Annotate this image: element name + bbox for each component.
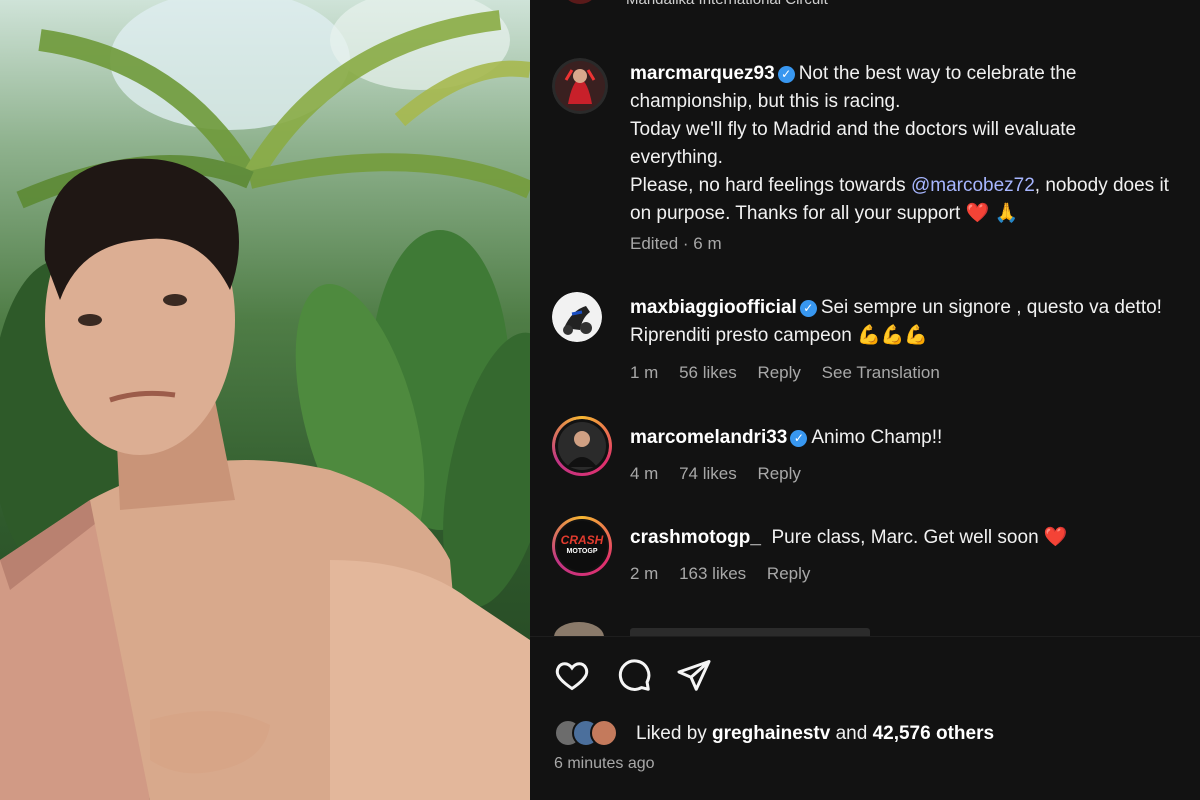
comment-text: marcomelandri33 ✓ Animo Champ!!	[630, 424, 1200, 452]
caption-line-6: on purpose. Thanks for all your support	[630, 203, 961, 224]
comment-username[interactable]: maxbiaggioofficial	[630, 297, 797, 318]
liked-by-prefix: Liked by	[636, 723, 713, 744]
edited-label: Edited · 6 m	[630, 234, 722, 253]
liked-by-text: Liked by greghainestv and 42,576 others	[636, 723, 994, 745]
caption-meta: Edited · 6 m	[630, 234, 738, 254]
post-actions: Liked by greghainestv and 42,576 others …	[530, 636, 1200, 800]
reply-button[interactable]: Reply	[767, 564, 810, 583]
verified-icon: ✓	[790, 430, 808, 447]
reply-button[interactable]: Reply	[757, 464, 800, 483]
post-location[interactable]: Mandalika International Circuit	[626, 0, 828, 8]
caption-line-4: everything.	[630, 147, 723, 168]
marcomelandri-avatar-image	[555, 419, 609, 473]
reply-button[interactable]: Reply	[757, 363, 800, 382]
comments-list[interactable]: Mandalika International Circuit marcmarq…	[530, 0, 1200, 636]
comment-time: 4 m	[630, 464, 659, 483]
caption-username[interactable]: marcmarquez93	[630, 63, 775, 84]
comment-line-2: Riprenditi presto campeon	[630, 325, 852, 346]
marcmarquez93-avatar-image	[552, 58, 608, 114]
verified-icon: ✓	[777, 66, 795, 83]
caption-line-5-post: , nobody does it	[1034, 175, 1169, 196]
header-avatar[interactable]	[564, 0, 596, 4]
likes-count-link[interactable]: 56 likes	[679, 363, 737, 382]
comment-meta: 4 m 74 likes Reply	[630, 464, 817, 484]
comment-meta: 2 m 163 likes Reply	[630, 564, 826, 584]
likes-count-link[interactable]: 42,576 others	[873, 723, 994, 744]
see-translation-button[interactable]: See Translation	[822, 363, 940, 382]
heart-icon[interactable]	[554, 657, 590, 693]
next-comment-partial	[630, 628, 870, 636]
avatar[interactable]: CRASH MOTOGP	[552, 516, 612, 576]
post-timestamp: 6 minutes ago	[554, 755, 655, 772]
comment-line-1: Pure class, Marc. Get well soon	[771, 527, 1039, 548]
caption-line-2: championship, but this is racing.	[630, 91, 901, 112]
caption-emojis: ❤️ 🙏	[965, 203, 1019, 224]
maxbiaggio-avatar-image	[552, 292, 602, 342]
likes-count-link[interactable]: 163 likes	[679, 564, 746, 583]
comment-emojis: 💪💪💪	[857, 325, 929, 346]
comment-text: maxbiaggioofficial ✓ Sei sempre un signore…	[630, 294, 1200, 350]
comment-time: 1 m	[630, 363, 659, 382]
caption-text: marcmarquez93 ✓ Not the best way to celebr…	[630, 60, 1200, 228]
avatar-logo-text: CRASH	[560, 533, 604, 547]
share-icon[interactable]	[676, 657, 712, 693]
comment-line-1: Sei sempre un signore , questo va detto!	[820, 297, 1162, 318]
comments-panel: Mandalika International Circuit marcmarq…	[530, 0, 1200, 800]
comment-meta: 1 m 56 likes Reply See Translation	[630, 363, 956, 383]
liked-by-mid: and	[830, 723, 873, 744]
avatar[interactable]	[552, 416, 612, 476]
comment-icon[interactable]	[616, 657, 652, 693]
comment-emojis: ❤️	[1043, 527, 1068, 548]
avatar-logo-subtext: MOTOGP	[566, 548, 598, 555]
avatar[interactable]	[552, 292, 602, 342]
next-comment-avatar[interactable]	[554, 622, 604, 636]
caption-line-3: Today we'll fly to Madrid and the doctor…	[630, 119, 1077, 140]
liker-avatar[interactable]	[590, 719, 618, 747]
photo-illustration	[0, 0, 530, 800]
comment-text: crashmotogp_ Pure class, Marc. Get well …	[630, 524, 1200, 552]
likes-count-link[interactable]: 74 likes	[679, 464, 737, 483]
comment-line-1: Animo Champ!!	[811, 427, 943, 448]
mention-link[interactable]: @marcobez72	[911, 175, 1035, 196]
liked-by-user-link[interactable]: greghainestv	[712, 723, 830, 744]
caption-line-1: Not the best way to celebrate the	[798, 63, 1077, 84]
comment-username[interactable]: marcomelandri33	[630, 427, 787, 448]
verified-icon: ✓	[799, 300, 817, 317]
caption-line-5-pre: Please, no hard feelings towards	[630, 175, 911, 196]
avatar[interactable]	[552, 58, 608, 114]
comment-username[interactable]: crashmotogp_	[630, 527, 761, 548]
crashmotogp-avatar-image: CRASH MOTOGP	[555, 519, 609, 573]
post-photo	[0, 0, 530, 800]
comment-time: 2 m	[630, 564, 659, 583]
